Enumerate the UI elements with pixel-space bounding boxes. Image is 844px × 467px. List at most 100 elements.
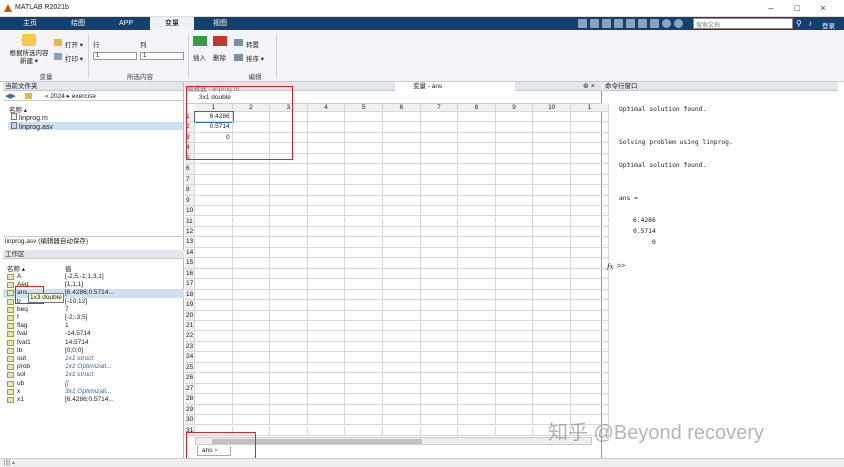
row-header[interactable]: 24 (185, 352, 195, 363)
undo-icon[interactable] (626, 19, 635, 28)
grid-cell[interactable] (270, 310, 308, 321)
grid-cell[interactable] (533, 258, 571, 269)
grid-cell[interactable] (307, 185, 346, 196)
grid-cell[interactable] (458, 331, 496, 342)
grid-cell[interactable] (232, 174, 271, 186)
grid-cell[interactable] (420, 310, 459, 321)
row-header[interactable]: 14 (185, 247, 195, 259)
grid-cell[interactable] (345, 331, 383, 342)
grid-cell[interactable] (383, 153, 421, 165)
grid-cell[interactable] (345, 174, 383, 186)
grid-cell[interactable] (195, 373, 233, 384)
grid-cell[interactable] (345, 206, 383, 217)
grid-cell[interactable] (495, 132, 534, 144)
grid-cell[interactable] (270, 425, 308, 436)
grid-cell[interactable] (533, 206, 571, 217)
grid-cell[interactable] (458, 112, 496, 123)
grid-cell[interactable] (495, 300, 534, 311)
tab-apps[interactable]: APP (104, 17, 148, 30)
grid-cell[interactable] (270, 415, 308, 426)
grid-cell[interactable] (195, 415, 233, 426)
tab-variable[interactable]: 变量 (150, 17, 194, 30)
column-header[interactable]: 8 (458, 104, 496, 112)
grid-cell[interactable] (232, 289, 271, 301)
grid-cell[interactable] (533, 310, 571, 321)
grid-cell[interactable] (495, 174, 534, 186)
row-header[interactable]: 28 (185, 394, 195, 405)
row-header[interactable]: 13 (185, 237, 195, 248)
workspace-row[interactable]: lb [0;0;0] (3, 347, 184, 355)
grid-cell[interactable] (533, 132, 571, 144)
command-window[interactable]: 命令行窗口 Optimal solution found. Solving pr… (603, 82, 838, 460)
grid-cell[interactable] (345, 373, 383, 384)
grid-cell[interactable] (495, 415, 534, 426)
grid-cell[interactable] (533, 331, 571, 342)
column-header[interactable]: 4 (307, 104, 346, 112)
copy-icon[interactable] (602, 19, 611, 28)
row-field[interactable]: 1 (93, 52, 137, 60)
grid-cell[interactable] (195, 206, 233, 217)
workspace-row[interactable]: f [-2;-3;5] (3, 314, 184, 322)
grid-cell[interactable] (383, 331, 421, 342)
grid-cell[interactable] (533, 143, 571, 154)
grid-cell[interactable] (270, 185, 308, 196)
grid-cell[interactable] (307, 279, 346, 290)
grid-cell[interactable] (533, 289, 571, 301)
transpose-button[interactable]: 转置 (246, 39, 259, 49)
grid-cell[interactable] (420, 362, 459, 374)
grid-cell[interactable] (195, 404, 233, 416)
grid-cell[interactable] (420, 289, 459, 301)
grid-cell[interactable] (232, 373, 271, 384)
tab-home[interactable]: 主页 (8, 17, 52, 30)
row-header[interactable]: 22 (185, 331, 195, 342)
column-header[interactable]: 5 (345, 104, 383, 112)
grid-cell[interactable] (270, 247, 308, 259)
grid-cell[interactable] (270, 237, 308, 248)
grid-cell[interactable] (533, 216, 571, 227)
grid-cell[interactable] (232, 279, 271, 290)
close-panel-icon[interactable]: ⊛ × (583, 82, 595, 90)
grid-cell[interactable] (270, 394, 308, 405)
grid-cell[interactable] (495, 321, 534, 332)
grid-cell[interactable] (533, 362, 571, 374)
grid-cell[interactable] (270, 289, 308, 301)
grid-cell[interactable] (195, 258, 233, 269)
grid-cell[interactable] (495, 112, 534, 123)
grid-cell[interactable] (232, 195, 271, 207)
grid-cell[interactable] (195, 321, 233, 332)
grid-cell[interactable] (383, 300, 421, 311)
grid-cell[interactable] (270, 331, 308, 342)
grid-cell[interactable] (495, 352, 534, 363)
row-header[interactable]: 23 (185, 341, 195, 353)
grid-cell[interactable] (383, 237, 421, 248)
tab-view[interactable]: 视图 (198, 17, 242, 30)
grid-cell[interactable] (533, 185, 571, 196)
grid-cell[interactable] (533, 122, 571, 133)
row-header[interactable]: 11 (185, 216, 195, 227)
grid-cell[interactable] (420, 174, 459, 186)
grid-cell[interactable] (270, 373, 308, 384)
grid-cell[interactable] (495, 310, 534, 321)
grid-cell[interactable] (458, 425, 496, 436)
grid-cell[interactable] (458, 174, 496, 186)
grid-cell[interactable] (345, 185, 383, 196)
grid-cell[interactable] (307, 383, 346, 395)
grid-cell[interactable] (345, 352, 383, 363)
grid-cell[interactable] (345, 132, 383, 144)
row-header[interactable]: 12 (185, 226, 195, 238)
grid-cell[interactable] (195, 195, 233, 207)
grid-cell[interactable] (383, 415, 421, 426)
grid-cell[interactable] (383, 122, 421, 133)
grid-cell[interactable] (345, 404, 383, 416)
row-header[interactable]: 6 (185, 164, 195, 175)
tab-plots[interactable]: 绘图 (56, 17, 100, 30)
grid-cell[interactable] (383, 195, 421, 207)
grid-cell[interactable] (307, 112, 346, 123)
grid-cell[interactable] (307, 321, 346, 332)
grid-cell[interactable] (307, 362, 346, 374)
grid-cell[interactable] (232, 268, 271, 280)
grid-cell[interactable] (232, 415, 271, 426)
grid-cell[interactable] (345, 425, 383, 436)
grid-cell[interactable] (345, 112, 383, 123)
grid-cell[interactable] (420, 143, 459, 154)
